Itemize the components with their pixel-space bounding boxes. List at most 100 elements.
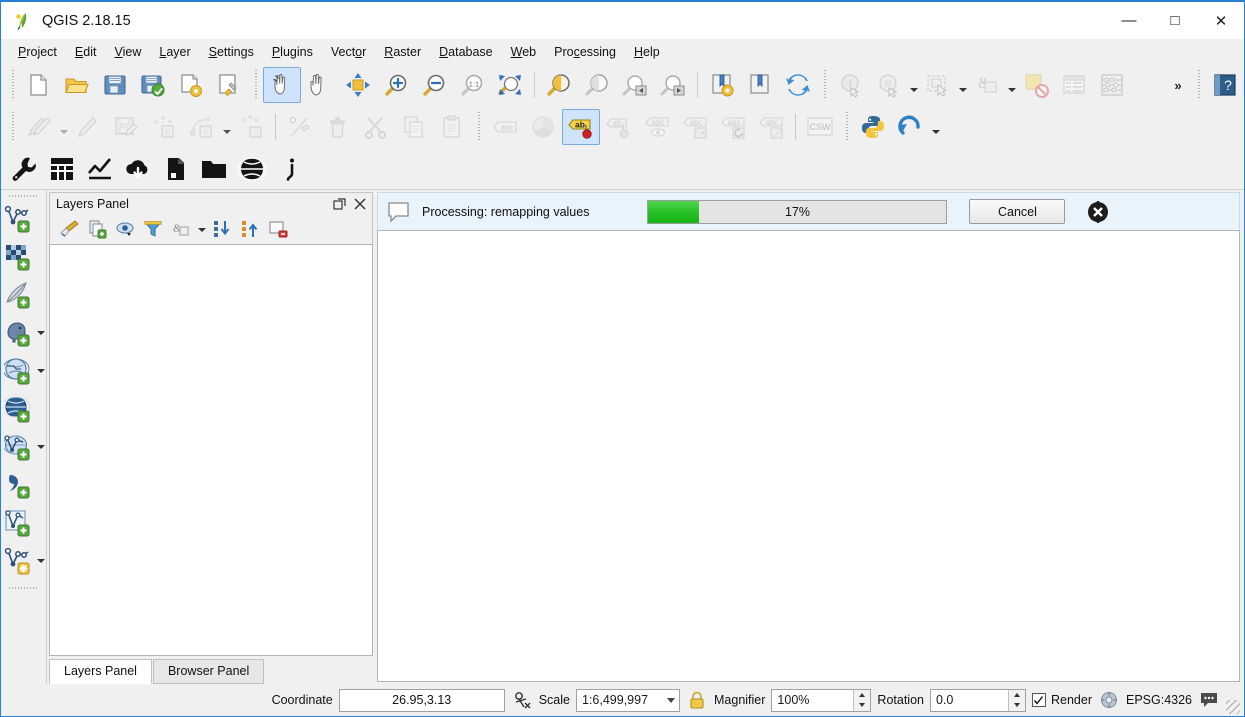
layers-list[interactable]	[49, 244, 373, 656]
map-tips-dropdown[interactable]	[908, 67, 919, 103]
lock-scale-button[interactable]	[686, 689, 708, 711]
menu-edit[interactable]: Edit	[66, 42, 106, 62]
add-mssql-layer-button[interactable]	[1, 354, 35, 388]
statistical-summary-button[interactable]	[1093, 67, 1131, 103]
add-feature-button[interactable]	[145, 109, 183, 145]
toolbar-grip-plugins[interactable]	[842, 112, 851, 142]
add-delimited-text-layer-button[interactable]	[1, 468, 35, 502]
open-attribute-table-button[interactable]	[1055, 67, 1093, 103]
close-circle-icon[interactable]	[1085, 199, 1111, 225]
menu-raster[interactable]: Raster	[375, 42, 430, 62]
coordinate-input[interactable]: 26.95,3.13	[339, 689, 505, 712]
toolbar-grip-nav[interactable]	[251, 70, 260, 100]
new-print-composer-button[interactable]	[172, 67, 210, 103]
zoom-native-resolution-button[interactable]: 1:1	[453, 67, 491, 103]
help-button[interactable]: ?	[1206, 67, 1244, 103]
deselect-features-button[interactable]	[1017, 67, 1055, 103]
menu-settings[interactable]: Settings	[200, 42, 263, 62]
node-tool-button[interactable]	[281, 109, 319, 145]
add-wfs-layer-dropdown[interactable]	[35, 445, 47, 449]
show-hide-labels-button[interactable]: abc	[638, 109, 676, 145]
rotate-label-button[interactable]: abc	[714, 109, 752, 145]
change-label-button[interactable]: abc	[752, 109, 790, 145]
magnifier-stepper[interactable]	[853, 690, 870, 711]
select-features-dropdown[interactable]	[957, 67, 968, 103]
layer-diagram-options-button[interactable]	[524, 109, 562, 145]
crs-status-button[interactable]	[1098, 689, 1120, 711]
current-edits-button[interactable]	[20, 109, 58, 145]
rotation-step-down[interactable]	[1009, 700, 1025, 711]
add-postgis-layer-button[interactable]	[1, 316, 35, 350]
window-resize-grip[interactable]	[1226, 700, 1240, 714]
manage-layer-visibility-button[interactable]	[112, 217, 138, 241]
message-bubble-icon[interactable]	[386, 199, 412, 225]
menu-layer[interactable]: Layer	[150, 42, 199, 62]
add-vector-layer-button[interactable]	[1, 202, 35, 236]
zoom-to-selection-button[interactable]	[540, 67, 578, 103]
add-wfs-layer-button[interactable]	[1, 430, 35, 464]
filter-legend-expression-dropdown[interactable]	[196, 217, 207, 241]
pan-map-button[interactable]	[301, 67, 339, 103]
toolbar-grip[interactable]	[8, 70, 17, 100]
manage-layers-toolbar-grip-bottom[interactable]	[9, 584, 39, 592]
close-button[interactable]: ✕	[1198, 2, 1244, 39]
messages-button[interactable]	[1198, 689, 1220, 711]
filter-legend-button[interactable]	[140, 217, 166, 241]
composer-manager-button[interactable]	[210, 67, 248, 103]
rotation-step-up[interactable]	[1009, 690, 1025, 701]
tab-layers-panel[interactable]: Layers Panel	[49, 659, 152, 684]
touch-zoom-pan-button[interactable]	[263, 67, 301, 103]
identify-features-button[interactable]: i	[832, 67, 870, 103]
zoom-to-layer-button[interactable]	[578, 67, 616, 103]
move-label-button[interactable]: abc	[676, 109, 714, 145]
field-calculator-dropdown[interactable]	[1006, 67, 1017, 103]
toggle-editing-button[interactable]	[69, 109, 107, 145]
toolbar-grip-attributes[interactable]	[820, 70, 829, 100]
new-project-button[interactable]	[20, 67, 58, 103]
add-vector-tile-layer-button[interactable]	[1, 506, 35, 540]
metasearch-csw-button[interactable]: CSW	[801, 109, 839, 145]
add-feature-dropdown[interactable]	[221, 109, 232, 145]
delete-selected-button[interactable]	[319, 109, 357, 145]
add-raster-layer-button[interactable]	[1, 240, 35, 274]
select-features-button[interactable]	[919, 67, 957, 103]
toolbar-grip-help[interactable]	[1194, 70, 1203, 100]
refresh-button[interactable]	[779, 67, 817, 103]
toolbox-wrench-button[interactable]	[5, 151, 43, 187]
manage-layers-toolbar-grip[interactable]	[9, 192, 39, 200]
scale-combo[interactable]: 1:6,499,997	[576, 689, 680, 712]
spreadsheet-table-button[interactable]	[43, 151, 81, 187]
cut-features-button[interactable]	[357, 109, 395, 145]
globe-button[interactable]	[233, 151, 271, 187]
save-project-as-button[interactable]	[134, 67, 172, 103]
add-mssql-layer-dropdown[interactable]	[35, 369, 47, 373]
map-tips-button[interactable]	[870, 67, 908, 103]
menu-project[interactable]: Project	[9, 42, 66, 62]
zoom-in-button[interactable]	[377, 67, 415, 103]
toolbar-overflow-button[interactable]: »	[1165, 67, 1191, 103]
move-feature-button[interactable]	[232, 109, 270, 145]
plugin-reload-dropdown[interactable]	[930, 109, 941, 145]
magnifier-step-down[interactable]	[854, 700, 870, 711]
rotation-spinbox[interactable]: 0.0	[930, 689, 1026, 712]
tab-browser-panel[interactable]: Browser Panel	[153, 659, 264, 684]
open-project-button[interactable]	[58, 67, 96, 103]
expand-all-button[interactable]	[209, 217, 235, 241]
paste-features-button[interactable]	[433, 109, 471, 145]
add-wms-layer-button[interactable]	[1, 392, 35, 426]
new-shapefile-layer-button[interactable]	[1, 544, 35, 578]
show-bookmarks-button[interactable]	[741, 67, 779, 103]
highlight-pinned-labels-button[interactable]: ab	[562, 109, 600, 145]
new-shapefile-layer-dropdown[interactable]	[35, 559, 47, 563]
about-info-button[interactable]	[271, 151, 309, 187]
toolbar-grip-digitizing[interactable]	[8, 112, 17, 142]
layer-labeling-options-button[interactable]: abc	[486, 109, 524, 145]
menu-help[interactable]: Help	[625, 42, 669, 62]
zoom-out-button[interactable]	[415, 67, 453, 103]
copy-features-button[interactable]	[395, 109, 433, 145]
coordinate-toggle-button[interactable]	[511, 689, 533, 711]
add-line-feature-button[interactable]	[183, 109, 221, 145]
maximize-button[interactable]: □	[1152, 2, 1198, 39]
add-group-button[interactable]	[84, 217, 110, 241]
add-postgis-layer-dropdown[interactable]	[35, 331, 47, 335]
